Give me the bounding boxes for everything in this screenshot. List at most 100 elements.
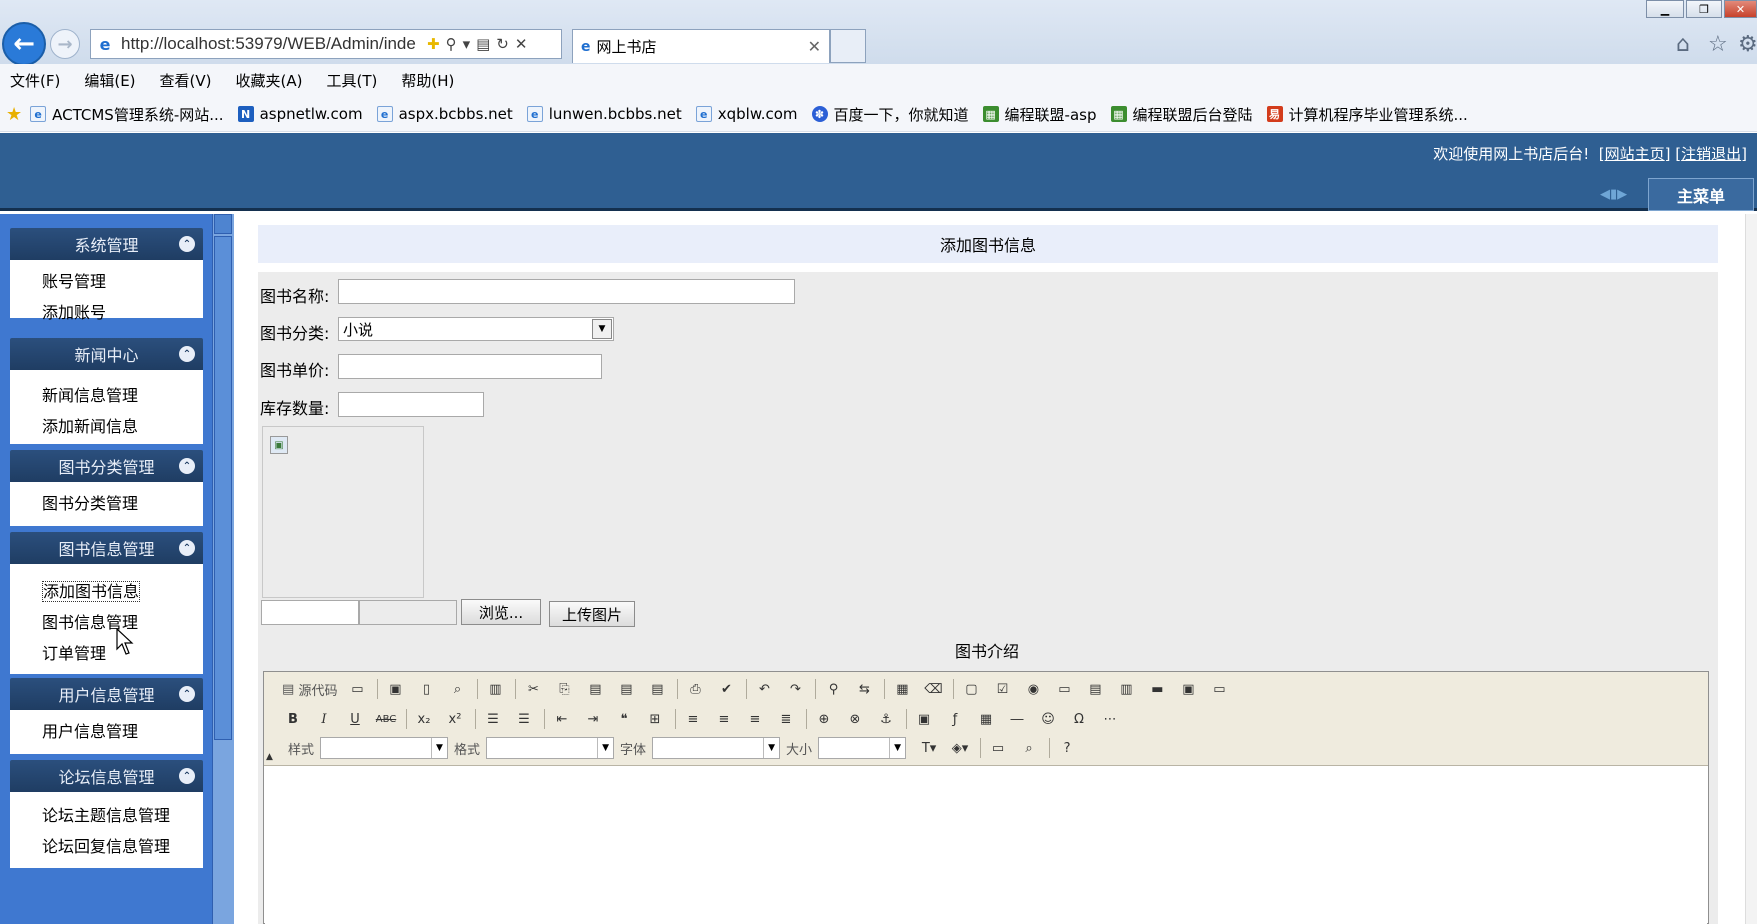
align-center-icon[interactable]: ≡: [713, 708, 735, 730]
paste-icon[interactable]: ▤: [584, 678, 606, 700]
tab-close-icon[interactable]: ✕: [808, 37, 821, 56]
sidebar-item-add-news[interactable]: 添加新闻信息: [42, 411, 203, 442]
cut-icon[interactable]: ✂: [522, 678, 544, 700]
superscript-icon[interactable]: x²: [444, 708, 466, 730]
sidebar-item-user-manage[interactable]: 用户信息管理: [42, 716, 203, 747]
style-combo[interactable]: ▼: [320, 737, 449, 759]
browser-tab[interactable]: e 网上书店 ✕: [572, 29, 830, 63]
print-icon[interactable]: ⎙: [684, 678, 706, 700]
hidden-field-icon[interactable]: ▭: [1208, 678, 1230, 700]
gear-icon[interactable]: ⚙: [1738, 32, 1757, 57]
underline-icon[interactable]: U: [344, 708, 366, 730]
italic-icon[interactable]: I: [313, 708, 335, 730]
templates-icon[interactable]: ▥: [484, 678, 506, 700]
group-header[interactable]: 论坛信息管理 ⌃: [10, 760, 203, 792]
search-icon[interactable]: ⚲: [446, 35, 457, 53]
logout-link[interactable]: 注销退出: [1681, 145, 1741, 163]
unlink-icon[interactable]: ⊗: [844, 708, 866, 730]
flash-icon[interactable]: ƒ: [944, 708, 966, 730]
book-price-input[interactable]: [338, 354, 602, 379]
group-header[interactable]: 用户信息管理 ⌃: [10, 678, 203, 710]
indent-icon[interactable]: ⇥: [582, 708, 604, 730]
upload-image-button[interactable]: 上传图片: [549, 601, 635, 627]
sidebar-item-add-book[interactable]: 添加图书信息: [42, 576, 203, 607]
favorite-link[interactable]: e lunwen.bcbbs.net: [526, 105, 682, 123]
sidebar-item-accounts[interactable]: 账号管理: [42, 266, 203, 297]
forward-button[interactable]: →: [50, 29, 80, 59]
link-icon[interactable]: ⊕: [813, 708, 835, 730]
book-name-input[interactable]: [338, 279, 795, 304]
save-icon[interactable]: ▣: [384, 678, 406, 700]
collapse-icon[interactable]: ⌃: [179, 686, 195, 702]
favorite-link[interactable]: ✽ 百度一下，你就知道: [811, 104, 969, 125]
sidebar-item-news-manage[interactable]: 新闻信息管理: [42, 380, 203, 411]
editor-content-area[interactable]: [265, 768, 1707, 924]
form-icon[interactable]: ▢: [960, 678, 982, 700]
show-blocks-icon[interactable]: ⌕: [1018, 737, 1040, 759]
anchor-icon[interactable]: ⚓: [875, 708, 897, 730]
close-window-icon[interactable]: ✕: [1724, 0, 1757, 18]
source-code-button[interactable]: ▤ 源代码: [282, 678, 337, 700]
horizontal-rule-icon[interactable]: ―: [1006, 708, 1028, 730]
restore-icon[interactable]: ❐: [1686, 0, 1722, 18]
collapse-icon[interactable]: ⌃: [179, 458, 195, 474]
table-icon[interactable]: ▦: [975, 708, 997, 730]
home-link[interactable]: 网站主页: [1605, 145, 1665, 163]
sidebar-item-forum-topics[interactable]: 论坛主题信息管理: [42, 800, 203, 831]
select-field-icon[interactable]: ▥: [1115, 678, 1137, 700]
size-combo[interactable]: ▼: [818, 737, 907, 759]
collapse-icon[interactable]: ⌃: [179, 768, 195, 784]
numbered-list-icon[interactable]: ☰: [482, 708, 504, 730]
menu-help[interactable]: 帮助(H): [391, 70, 464, 91]
sidebar-scroll-up[interactable]: [214, 214, 232, 234]
group-header[interactable]: 系统管理 ⌃: [10, 228, 203, 260]
group-header[interactable]: 图书信息管理 ⌃: [10, 532, 203, 564]
redo-icon[interactable]: ↷: [784, 678, 806, 700]
spellcheck-icon[interactable]: ✔: [715, 678, 737, 700]
blockquote-icon[interactable]: ❝: [613, 708, 635, 730]
special-char-icon[interactable]: Ω: [1068, 708, 1090, 730]
find-icon[interactable]: ⚲: [822, 678, 844, 700]
favorites-add-icon[interactable]: ★: [6, 104, 22, 125]
file-path-input[interactable]: [261, 600, 359, 625]
paste-word-icon[interactable]: ▤: [646, 678, 668, 700]
minimize-icon[interactable]: ▁: [1646, 0, 1684, 18]
page-break-icon[interactable]: ⋯: [1099, 708, 1121, 730]
sidebar-item-add-account[interactable]: 添加账号: [42, 297, 203, 328]
favorite-link[interactable]: ▦ 编程联盟-asp: [982, 104, 1097, 125]
favorite-link[interactable]: e ACTCMS管理系统-网站...: [30, 104, 224, 125]
textfield-icon[interactable]: ▭: [1053, 678, 1075, 700]
remove-format-icon[interactable]: ⌫: [922, 678, 944, 700]
menu-tools[interactable]: 工具(T): [316, 70, 387, 91]
chevron-down-icon[interactable]: ▼: [592, 319, 612, 339]
collapse-icon[interactable]: ⌃: [179, 346, 195, 362]
subscript-icon[interactable]: x₂: [413, 708, 435, 730]
browse-button[interactable]: 浏览...: [461, 599, 541, 625]
text-color-icon[interactable]: T▾: [918, 737, 940, 759]
smiley-icon[interactable]: ☺: [1037, 708, 1059, 730]
favorite-link[interactable]: e xqblw.com: [695, 105, 798, 123]
tab-scroll-arrows-icon[interactable]: ◀▮▶: [1600, 187, 1627, 202]
favorite-link[interactable]: 易计算机程序毕业管理系统...: [1266, 104, 1468, 125]
address-bar[interactable]: e http://localhost:53979/WEB/Admin/inde …: [90, 29, 562, 59]
preview-icon[interactable]: ⌕: [446, 678, 468, 700]
collapse-icon[interactable]: ⌃: [179, 540, 195, 556]
main-menu-tab[interactable]: 主菜单: [1648, 178, 1754, 211]
collapse-icon[interactable]: ⌃: [179, 236, 195, 252]
font-combo[interactable]: ▼: [652, 737, 781, 759]
back-button[interactable]: ←: [2, 22, 46, 66]
select-all-icon[interactable]: ▦: [891, 678, 913, 700]
copy-icon[interactable]: ⎘: [553, 678, 575, 700]
menu-view[interactable]: 查看(V): [150, 70, 222, 91]
content-scrollbar[interactable]: [1745, 214, 1757, 924]
image-button-icon[interactable]: ▣: [1177, 678, 1199, 700]
new-page-icon[interactable]: ▯: [415, 678, 437, 700]
group-header[interactable]: 新闻中心 ⌃: [10, 338, 203, 370]
outdent-icon[interactable]: ⇤: [551, 708, 573, 730]
paste-text-icon[interactable]: ▤: [615, 678, 637, 700]
stop-icon[interactable]: ✕: [515, 35, 528, 53]
preview-doc-icon[interactable]: ▭: [346, 678, 368, 700]
favorite-link[interactable]: ▦ 编程联盟后台登陆: [1110, 104, 1253, 125]
sidebar-item-category-manage[interactable]: 图书分类管理: [42, 488, 203, 519]
button-field-icon[interactable]: ▬: [1146, 678, 1168, 700]
